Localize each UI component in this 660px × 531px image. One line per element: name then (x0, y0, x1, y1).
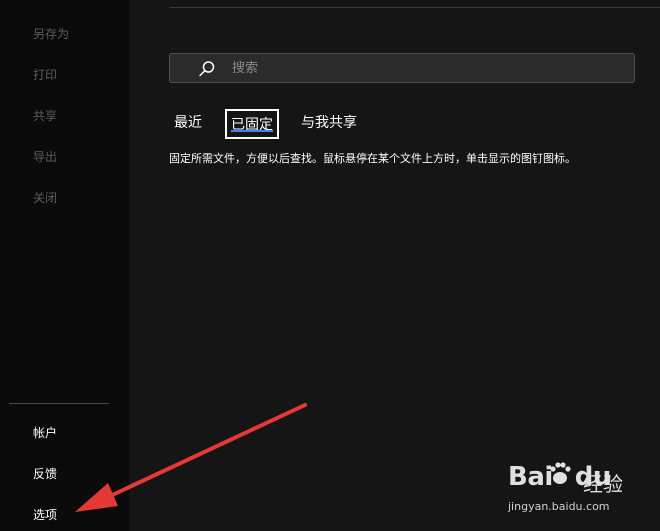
nav-save-as[interactable]: 另存为 (33, 25, 69, 42)
nav-print[interactable]: 打印 (33, 66, 57, 83)
watermark-url: jingyan.baidu.com (508, 500, 610, 513)
nav-account[interactable]: 帐户 (33, 424, 57, 441)
paw-icon (550, 462, 571, 484)
search-icon (199, 61, 215, 77)
nav-export[interactable]: 导出 (33, 148, 57, 165)
search-box[interactable] (169, 53, 635, 83)
nav-share[interactable]: 共享 (33, 107, 57, 124)
search-input[interactable] (232, 59, 622, 77)
nav-options[interactable]: 选项 (33, 506, 57, 523)
nav-close[interactable]: 关闭 (33, 189, 57, 206)
tab-shared-with-me[interactable]: 与我共享 (301, 109, 357, 139)
watermark-text: 经验 (583, 472, 623, 496)
sidebar: 另存为 打印 共享 导出 关闭 帐户 反馈 选项 (0, 0, 129, 531)
sidebar-divider (9, 403, 109, 404)
pinned-description: 固定所需文件，方便以后查找。鼠标悬停在某个文件上方时，单击显示的图钉图标。 (169, 152, 576, 165)
tab-recent[interactable]: 最近 (174, 109, 202, 139)
tab-pinned[interactable]: 已固定 (225, 109, 279, 139)
header-divider (170, 7, 660, 8)
baidu-watermark: Bai du 经验 jingyan.baidu.com (508, 462, 658, 526)
nav-feedback[interactable]: 反馈 (33, 465, 57, 482)
main-panel: 最近 已固定 与我共享 固定所需文件，方便以后查找。鼠标悬停在某个文件上方时，单… (129, 0, 660, 531)
